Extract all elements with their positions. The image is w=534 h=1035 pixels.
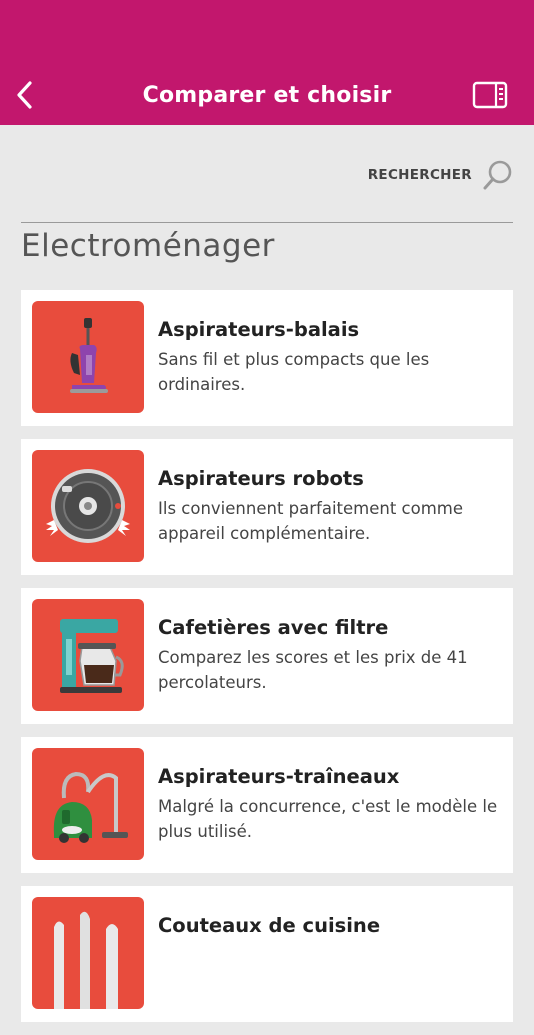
- section-title: Electroménager: [21, 228, 275, 264]
- search-button[interactable]: RECHERCHER: [368, 158, 514, 192]
- card-title: Couteaux de cuisine: [158, 914, 381, 937]
- card-thumbnail: [32, 301, 144, 413]
- card-thumbnail: [32, 897, 144, 1009]
- page-title: Comparer et choisir: [142, 83, 392, 108]
- card-description: Malgré la concurrence, c'est le modèle l…: [158, 797, 498, 841]
- card-thumbnail: [32, 599, 144, 711]
- category-card-robot-vacuum[interactable]: Aspirateurs robots Ils conviennent parfa…: [21, 439, 513, 575]
- card-title: Aspirateurs robots: [158, 467, 364, 490]
- search-icon: [483, 160, 512, 190]
- card-description: Ils conviennent parfaitement comme appar…: [158, 499, 464, 543]
- card-thumbnail: [32, 748, 144, 860]
- stick-vacuum-icon: [70, 318, 108, 393]
- robot-vacuum-icon: [46, 469, 130, 543]
- category-card-coffee-maker[interactable]: Cafetières avec filtre Comparez les scor…: [21, 588, 513, 724]
- card-description: Sans fil et plus compacts que les ordina…: [158, 350, 430, 394]
- category-card-canister-vacuum[interactable]: Aspirateurs-traîneaux Malgré la concurre…: [21, 737, 513, 873]
- card-title: Cafetières avec filtre: [158, 616, 389, 639]
- category-list: Aspirateurs-balais Sans fil et plus comp…: [21, 290, 513, 1035]
- sidebar-panel-icon: [472, 81, 508, 109]
- app-header: Comparer et choisir: [0, 0, 534, 125]
- category-card-kitchen-knives[interactable]: Couteaux de cuisine: [21, 886, 513, 1022]
- search-label: RECHERCHER: [367, 167, 472, 183]
- coffee-maker-icon: [60, 619, 124, 693]
- category-card-stick-vacuum[interactable]: Aspirateurs-balais Sans fil et plus comp…: [21, 290, 513, 426]
- card-description: Comparez les scores et les prix de 41 pe…: [158, 648, 468, 692]
- card-title: Aspirateurs-balais: [158, 318, 360, 341]
- section-divider: [21, 222, 513, 223]
- panel-toggle-button[interactable]: [472, 80, 508, 110]
- card-thumbnail: [32, 450, 144, 562]
- card-title: Aspirateurs-traîneaux: [158, 765, 400, 788]
- kitchen-knives-icon: [54, 911, 118, 1009]
- canister-vacuum-icon: [53, 771, 128, 843]
